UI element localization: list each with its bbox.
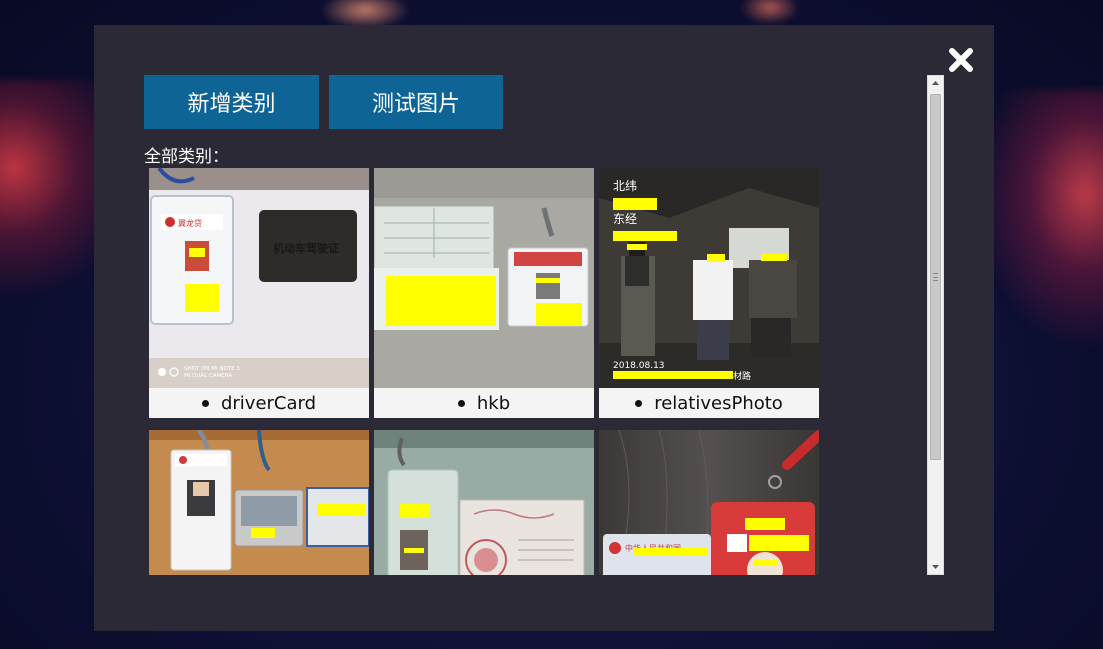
close-icon [949,48,973,72]
category-name: hkb [374,388,594,418]
add-category-button[interactable]: 新增类别 [144,75,319,129]
category-card-driverCard[interactable]: 翼龙贷 机动车驾驶证 SHOT ON MI NOTE 3 MI DUAL CAM… [149,168,369,418]
category-photo: 中华人民共和国 [599,430,819,575]
scroll-down-arrow-icon [932,565,939,569]
close-button[interactable] [948,47,974,73]
latitude-label: 北纬 [613,179,637,193]
photo-road: 材路 [733,370,751,382]
license-cover-text: 机动车驾驶证 [273,241,339,255]
test-image-button[interactable]: 测试图片 [329,75,503,129]
category-card-hkb[interactable]: hkb [374,168,594,418]
watermark-line-2: MI DUAL CAMERA [184,373,232,379]
category-card-6[interactable]: 中华人民共和国 [599,430,819,575]
category-photo [149,430,369,575]
scrollbar-thumb[interactable] [930,94,941,460]
category-modal: 新增类别 测试图片 全部类别： 翼龙贷 机动车驾驶证 SHOT ON MI NO… [94,25,994,631]
all-categories-label: 全部类别： [144,147,229,167]
background-glow-top-right [740,0,800,25]
category-card-relativesPhoto[interactable]: 北纬 东经 2018.08.13 材路 relativesPhoto [599,168,819,418]
longitude-label: 东经 [613,212,637,226]
thumb-grip-icon [933,273,938,281]
category-name: driverCard [149,388,369,418]
badge-brand-text: 翼龙贷 [178,218,202,228]
category-photo [374,430,594,575]
category-card-5[interactable] [374,430,594,575]
scroll-down-button[interactable] [928,560,943,574]
category-name: relativesPhoto [599,388,819,418]
grid-scrollbar[interactable] [927,75,944,575]
category-photo: 北纬 东经 2018.08.13 材路 [599,168,819,388]
photo-date: 2018.08.13 [613,361,665,371]
category-photo [374,168,594,388]
category-photo: 翼龙贷 机动车驾驶证 SHOT ON MI NOTE 3 MI DUAL CAM… [149,168,369,388]
watermark-line-1: SHOT ON MI NOTE 3 [184,366,240,372]
scroll-up-button[interactable] [928,76,943,90]
category-card-4[interactable] [149,430,369,575]
category-grid: 翼龙贷 机动车驾驶证 SHOT ON MI NOTE 3 MI DUAL CAM… [149,168,829,575]
scroll-up-arrow-icon [932,81,939,85]
